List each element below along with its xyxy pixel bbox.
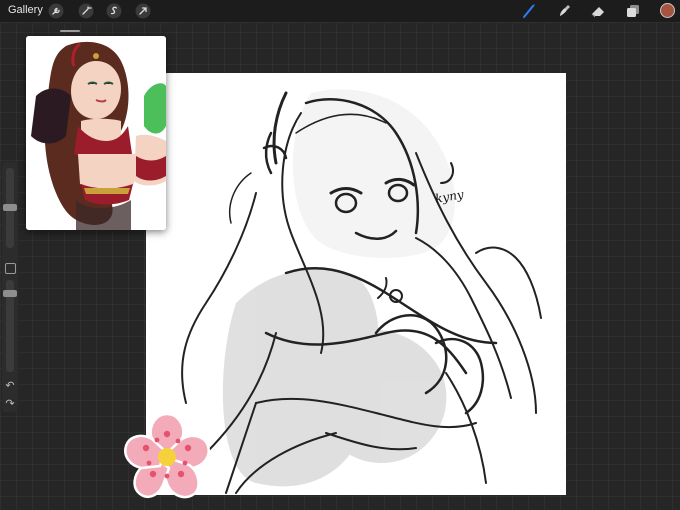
layers-icon[interactable] — [625, 3, 641, 19]
opacity-thumb[interactable] — [3, 290, 17, 297]
brush-size-thumb[interactable] — [3, 204, 17, 211]
color-picker-button[interactable] — [660, 3, 675, 18]
eraser-icon[interactable] — [590, 3, 606, 19]
brush-size-slider[interactable] — [3, 168, 17, 248]
brush-icon[interactable] — [521, 3, 537, 19]
wrench-icon[interactable] — [48, 3, 64, 19]
redo-button[interactable]: ↷ — [4, 398, 16, 410]
modify-button[interactable] — [5, 263, 16, 274]
top-toolbar: Gallery — [0, 0, 680, 23]
left-sidebar: ↶ ↷ — [2, 162, 18, 412]
gallery-button[interactable]: Gallery — [8, 4, 43, 16]
magic-wand-icon[interactable] — [78, 3, 94, 19]
selection-icon[interactable] — [106, 3, 122, 19]
smudge-icon[interactable] — [556, 3, 572, 19]
cherry-blossom-sticker — [124, 412, 210, 499]
undo-button[interactable]: ↶ — [4, 380, 16, 392]
reference-artwork — [26, 36, 166, 230]
reference-drag-handle[interactable] — [60, 30, 80, 32]
flower-center — [158, 448, 176, 466]
reference-image-panel[interactable] — [26, 36, 166, 230]
opacity-slider[interactable] — [3, 280, 17, 372]
transform-arrow-icon[interactable] — [135, 3, 151, 19]
